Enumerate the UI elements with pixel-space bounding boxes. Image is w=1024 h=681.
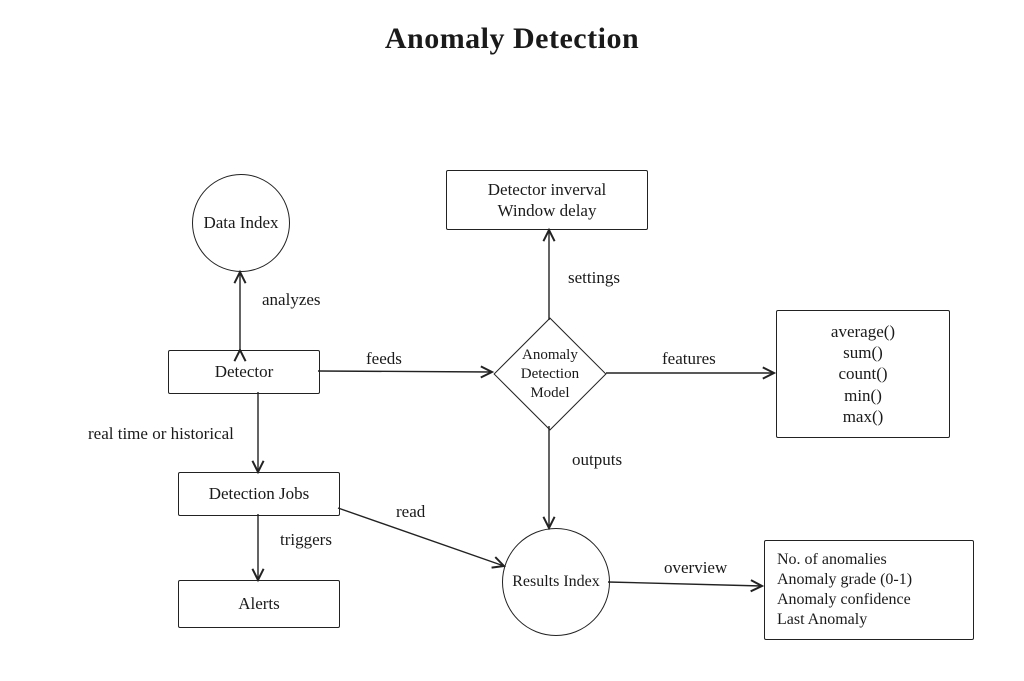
edge-label-overview: overview <box>664 558 727 578</box>
edge-label-feeds: feeds <box>366 349 402 369</box>
node-interval-box-label: Detector inverval Window delay <box>488 179 606 222</box>
edge-label-read: read <box>396 502 425 522</box>
edge-label-analyzes: analyzes <box>262 290 321 310</box>
edge-label-settings: settings <box>568 268 620 288</box>
edge-label-triggers: triggers <box>280 530 332 550</box>
node-overview-box: No. of anomalies Anomaly grade (0-1) Ano… <box>764 540 974 640</box>
diagram-canvas: Anomaly Detection Data Index Detector De… <box>0 0 1024 681</box>
node-alerts: Alerts <box>178 580 340 628</box>
node-detector-label: Detector <box>215 361 274 382</box>
edge-label-features: features <box>662 349 716 369</box>
node-alerts-label: Alerts <box>238 593 280 614</box>
node-detection-jobs-label: Detection Jobs <box>209 483 310 504</box>
node-model-label: Anomaly Detection Model <box>511 346 589 402</box>
node-results-index-label: Results Index <box>512 572 600 592</box>
node-results-index: Results Index <box>502 528 610 636</box>
node-detection-jobs: Detection Jobs <box>178 472 340 516</box>
node-overview-box-label: No. of anomalies Anomaly grade (0-1) Ano… <box>777 550 912 630</box>
node-data-index-label: Data Index <box>203 212 278 233</box>
node-features-box-label: average() sum() count() min() max() <box>831 321 895 427</box>
diagram-title: Anomaly Detection <box>0 22 1024 56</box>
node-interval-box: Detector inverval Window delay <box>446 170 648 230</box>
edge-label-realtime: real time or historical <box>88 424 234 444</box>
node-model: Anomaly Detection Model <box>493 317 606 430</box>
edge-label-outputs: outputs <box>572 450 622 470</box>
node-features-box: average() sum() count() min() max() <box>776 310 950 438</box>
node-data-index: Data Index <box>192 174 290 272</box>
node-detector: Detector <box>168 350 320 394</box>
